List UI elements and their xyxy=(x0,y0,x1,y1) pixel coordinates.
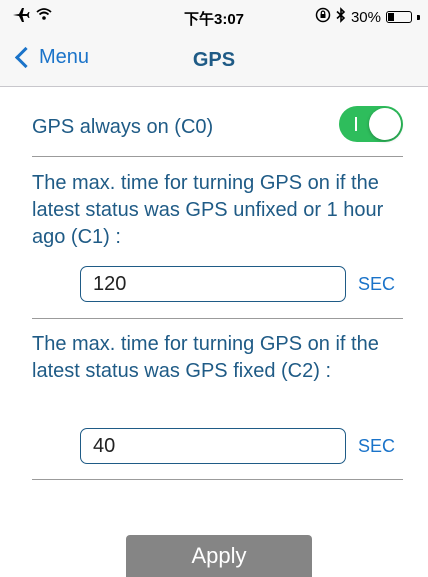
battery-tip xyxy=(417,14,420,20)
c2-description: The max. time for turning GPS on if the … xyxy=(32,333,379,382)
gps-always-on-toggle[interactable] xyxy=(339,106,403,142)
status-bar: 下午3:07 30% xyxy=(0,0,428,36)
page-title: GPS xyxy=(192,49,236,71)
gps-always-on-label: GPS always on (C0) xyxy=(32,116,214,138)
battery-fill xyxy=(388,13,394,21)
divider xyxy=(32,318,403,319)
apply-button[interactable]: Apply xyxy=(126,535,312,577)
battery-icon xyxy=(386,11,412,23)
battery-percent: 30% xyxy=(350,8,381,26)
divider xyxy=(32,479,403,480)
rotation-lock-icon xyxy=(315,7,331,27)
bluetooth-icon xyxy=(336,7,346,27)
toggle-on-mark xyxy=(355,117,357,131)
gps-always-on-row: GPS always on (C0) xyxy=(32,100,403,152)
c2-input[interactable] xyxy=(80,428,346,464)
status-right: 30% xyxy=(315,7,420,27)
nav-bar: Menu GPS xyxy=(0,36,428,87)
c1-input[interactable] xyxy=(80,266,346,302)
divider xyxy=(32,156,403,157)
c1-unit: SEC xyxy=(358,274,396,294)
c1-description: The max. time for turning GPS on if the … xyxy=(32,172,384,248)
toggle-knob xyxy=(369,108,401,140)
c2-unit: SEC xyxy=(358,436,396,456)
